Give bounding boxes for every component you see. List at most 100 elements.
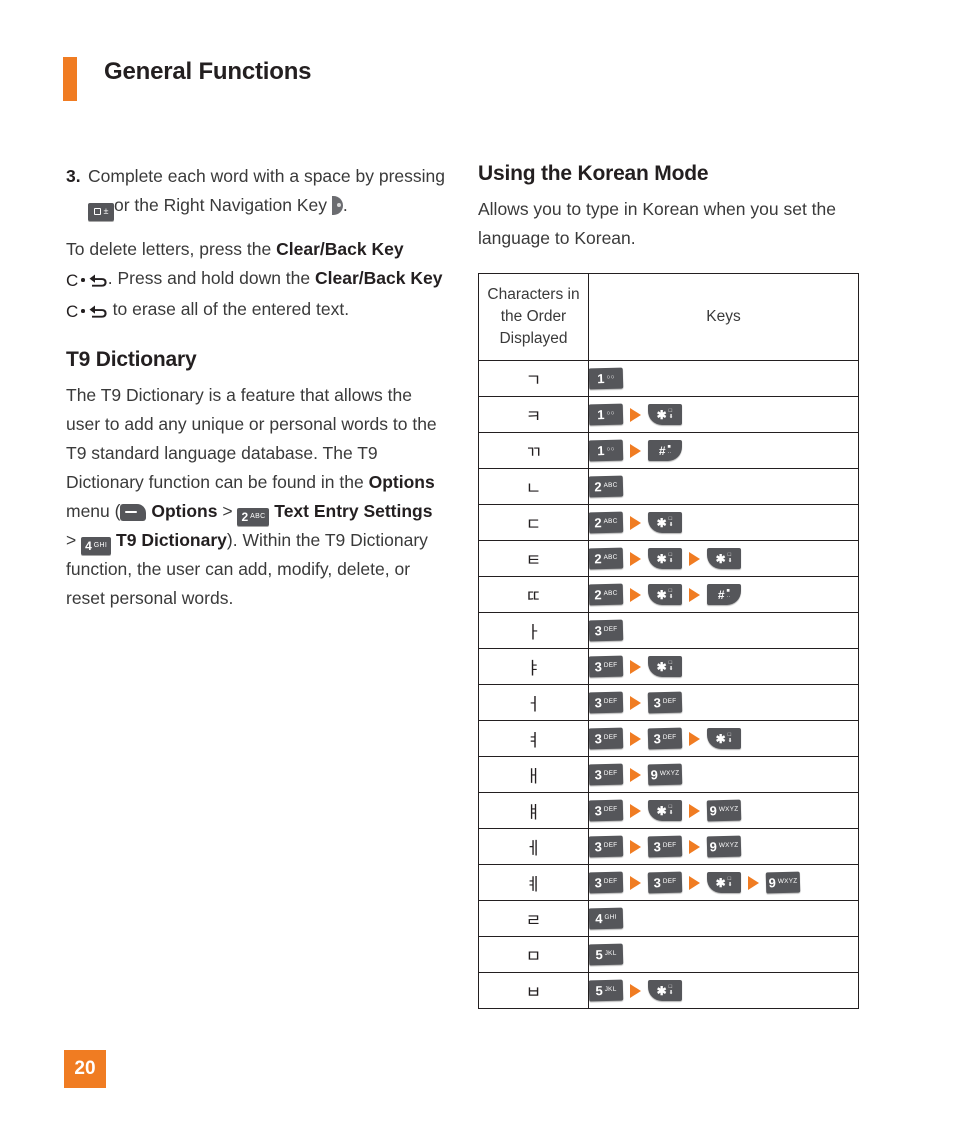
arrow-right-icon (630, 839, 641, 854)
star-sub-glyph: □ ⬇ (727, 551, 733, 564)
key-sequence: 1 ○○ # ■ ·· (588, 439, 858, 462)
table-row: ㅒ 3 DEF ✱ □ ⬇ 9 WXYZ (478, 792, 859, 829)
right-navigation-key-icon (331, 196, 343, 215)
key-3-icon: 3 DEF (588, 835, 624, 858)
korean-character-cell: ㅖ (478, 864, 589, 901)
korean-character-cell: ㅒ (478, 792, 589, 829)
key-digit: 3 (594, 731, 603, 747)
key-sequence-cell: 2 ABC ✱ □ ⬇ # ■ ·· (588, 576, 859, 613)
star-glyph: ✱ (656, 803, 667, 818)
key-sequence: 5 JKL (588, 943, 858, 966)
c-glyph: C (66, 301, 79, 321)
key-digit: 3 (653, 839, 662, 855)
c-glyph: C (66, 270, 79, 290)
key-1-icon: 1 ○○ (588, 439, 624, 462)
step-text-end: . (342, 195, 348, 215)
table-row: ㅏ 3 DEF (478, 612, 859, 649)
clear-back-key-label-1: Clear/Back Key (276, 238, 404, 259)
key-sequence-cell: 2 ABC ✱ □ ⬇ ✱ □ ⬇ (588, 540, 859, 577)
key-sequence: 3 DEF ✱ □ ⬇ (588, 655, 858, 678)
delete-p3: to erase all of the entered text. (112, 298, 350, 319)
delete-p2: . Press and hold down the (107, 267, 311, 288)
header-keys: Keys (588, 273, 859, 361)
table-row: ㅓ 3 DEF 3 DEF (478, 684, 859, 721)
step-number: 3. (66, 166, 81, 186)
key-2-icon: 2 ABC (588, 583, 624, 606)
star-glyph: ✱ (656, 587, 667, 602)
star-glyph: ✱ (656, 407, 667, 422)
key-digit: 3 (653, 731, 662, 747)
arrow-right-icon (630, 551, 641, 566)
korean-character-cell: ㄱ (478, 360, 589, 397)
arrow-right-icon (630, 731, 641, 746)
back-arrow-icon (89, 274, 107, 287)
table-row: ㄴ 2 ABC (478, 468, 859, 505)
key-digit: 2 (594, 587, 602, 603)
plusminus-glyph: ± (103, 206, 109, 216)
korean-character-cell: ㄸ (478, 576, 589, 613)
key-sequence: 4 GHI (588, 907, 858, 930)
key-4ghi-icon: 4 GHI (81, 536, 112, 555)
star-glyph: ✱ (656, 551, 667, 566)
key-sequence-cell: 3 DEF ✱ □ ⬇ 9 WXYZ (588, 792, 859, 829)
key-sequence: 3 DEF (588, 619, 858, 642)
korean-character-cell: ㅑ (478, 648, 589, 685)
delete-letters-paragraph: To delete letters, press the Clear/Back … (66, 235, 446, 326)
key-hash-icon: # ■ ·· (707, 584, 741, 605)
table-row: ㄹ 4 GHI (478, 900, 859, 937)
key-3-icon: 3 DEF (647, 871, 683, 894)
arrow-right-icon (689, 803, 700, 818)
key-sequence: 1 ○○ (588, 367, 858, 390)
key-sequence: 1 ○○ ✱ □ ⬇ (588, 403, 858, 426)
key-sub: DEF (603, 877, 618, 886)
key-sub: ○○ (606, 374, 615, 382)
key-sub: ABC (250, 513, 266, 520)
key-star-icon: ✱ □ ⬇ (707, 548, 741, 569)
key-sub: JKL (604, 949, 617, 958)
clear-back-key-icon-2: C (66, 297, 108, 326)
arrow-right-icon (630, 695, 641, 710)
key-sequence: 2 ABC ✱ □ ⬇ # ■ ·· (588, 583, 858, 606)
table-row: ㅖ 3 DEF 3 DEF ✱ □ ⬇ 9 WXYZ (478, 864, 859, 901)
step-text-after: or the Right Navigation Key (114, 195, 328, 215)
key-digit: 9 (650, 767, 659, 783)
star-glyph: ✱ (656, 515, 667, 530)
key-3-icon: 3 DEF (647, 835, 683, 858)
key-digit: 9 (768, 875, 777, 891)
delete-p1: To delete letters, press the (66, 238, 272, 259)
key-digit: 3 (594, 767, 603, 783)
key-star-icon: ✱ □ ⬇ (648, 404, 682, 425)
key-digit: 3 (594, 839, 603, 855)
korean-mode-intro: Allows you to type in Korean when you se… (478, 199, 836, 248)
hash-glyph: # (717, 587, 725, 602)
key-digit: 2 (594, 479, 602, 495)
key-digit: 3 (594, 695, 603, 711)
key-sequence-cell: 3 DEF (588, 612, 859, 649)
key-star-icon: ✱ □ ⬇ (648, 980, 682, 1001)
key-sub: GHI (604, 913, 617, 922)
key-sequence: 3 DEF 3 DEF ✱ □ ⬇ 9 WXYZ (588, 871, 858, 894)
arrow-right-icon (630, 407, 641, 422)
key-sub: DEF (603, 661, 618, 670)
key-1-icon: 1 ○○ (588, 367, 624, 390)
table-row: ㄷ 2 ABC ✱ □ ⬇ (478, 504, 859, 541)
korean-character-cell: ㅌ (478, 540, 589, 577)
key-9-icon: 9 WXYZ (765, 871, 801, 894)
key-5-icon: 5 JKL (588, 979, 624, 1002)
key-2-icon: 2 ABC (588, 475, 624, 498)
key-digit: 2 (241, 509, 249, 524)
key-digit: 5 (595, 983, 603, 999)
dot-glyph (81, 309, 85, 313)
key-sequence-cell: 5 JKL (588, 936, 859, 973)
key-star-icon: ✱ □ ⬇ (707, 728, 741, 749)
key-star-icon: ✱ □ ⬇ (648, 512, 682, 533)
key-sub: ABC (603, 589, 618, 598)
table-row: ㄱ 1 ○○ (478, 360, 859, 397)
key-sequence-cell: 3 DEF 9 WXYZ (588, 756, 859, 793)
key-3-icon: 3 DEF (647, 727, 683, 750)
key-digit: 1 (597, 443, 605, 459)
page-title: General Functions (104, 58, 312, 85)
key-sub: DEF (603, 841, 618, 850)
key-sub: DEF (603, 733, 618, 742)
key-sub: WXYZ (718, 805, 739, 814)
